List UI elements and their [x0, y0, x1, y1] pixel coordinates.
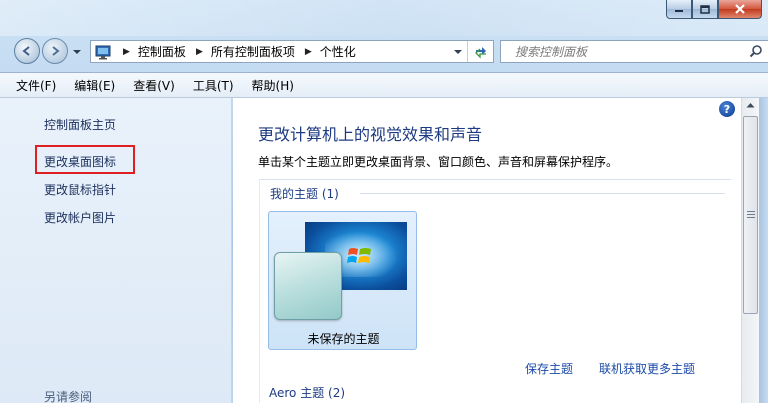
scrollbar-thumb[interactable] — [743, 116, 758, 314]
breadcrumb-personalization[interactable]: 个性化 — [320, 43, 356, 60]
minimize-button[interactable] — [666, 0, 692, 19]
main-content: ? 更改计算机上的视觉效果和声音 单击某个主题立即更改桌面背景、窗口颜色、声音和… — [233, 98, 741, 403]
get-more-themes-link[interactable]: 联机获取更多主题 — [599, 360, 695, 377]
task-pane: 控制面板主页 更改桌面图标 更改鼠标指针 更改帐户图片 另请参阅 — [0, 98, 232, 403]
navigation-row: ▶ 控制面板 ▶ 所有控制面板项 ▶ 个性化 — [12, 38, 768, 64]
control-panel-home-link[interactable]: 控制面板主页 — [44, 116, 116, 133]
breadcrumb: ▶ 控制面板 ▶ 所有控制面板项 ▶ 个性化 — [113, 43, 356, 60]
refresh-icon — [474, 46, 486, 59]
theme-name: 未保存的主题 — [307, 332, 380, 346]
change-desktop-icons-link[interactable]: 更改桌面图标 — [44, 153, 116, 170]
window-right-border — [759, 98, 768, 403]
address-bar[interactable]: ▶ 控制面板 ▶ 所有控制面板项 ▶ 个性化 — [90, 40, 494, 63]
theme-item-unsaved[interactable]: 未保存的主题 — [268, 211, 417, 350]
minimize-icon — [675, 10, 683, 12]
control-panel-icon — [95, 45, 111, 59]
arrow-right-icon — [52, 46, 60, 56]
windows-logo-icon — [347, 248, 371, 263]
breadcrumb-control-panel[interactable]: 控制面板 — [138, 43, 186, 60]
search-icon[interactable] — [749, 44, 763, 58]
menu-view[interactable]: 查看(V) — [133, 77, 175, 94]
page-description: 单击某个主题立即更改桌面背景、窗口颜色、声音和屏幕保护程序。 — [258, 155, 619, 169]
page-title: 更改计算机上的视觉效果和声音 — [258, 125, 483, 144]
title-bar[interactable] — [0, 0, 768, 36]
aero-themes-header[interactable]: Aero 主题 (2) — [269, 384, 345, 401]
vertical-scrollbar[interactable] — [741, 98, 759, 403]
menu-file[interactable]: 文件(F) — [16, 77, 56, 94]
close-button[interactable] — [718, 0, 762, 19]
back-button[interactable] — [14, 38, 40, 64]
search-input[interactable] — [501, 44, 731, 59]
maximize-button[interactable] — [692, 0, 718, 19]
grip-icon — [747, 211, 755, 220]
maximize-icon — [700, 4, 710, 14]
arrow-left-icon — [22, 46, 30, 56]
caption-buttons — [666, 0, 762, 20]
my-themes-header[interactable]: 我的主题 (1) — [270, 185, 339, 202]
address-dropdown[interactable] — [453, 48, 463, 56]
help-icon: ? — [723, 102, 731, 116]
menu-help[interactable]: 帮助(H) — [252, 77, 294, 94]
scroll-up-icon[interactable] — [746, 102, 755, 108]
menu-tools[interactable]: 工具(T) — [193, 77, 234, 94]
recent-pages-dropdown[interactable] — [72, 47, 82, 57]
help-button[interactable]: ? — [719, 101, 735, 117]
window-color-swatch — [274, 252, 342, 320]
breadcrumb-all-items[interactable]: 所有控制面板项 — [211, 43, 295, 60]
change-account-picture-link[interactable]: 更改帐户图片 — [44, 209, 116, 226]
see-also-heading: 另请参阅 — [44, 390, 93, 403]
chevron-right-icon[interactable]: ▶ — [305, 47, 312, 57]
search-box[interactable] — [500, 40, 768, 63]
forward-button[interactable] — [42, 38, 68, 64]
refresh-button[interactable] — [467, 41, 493, 62]
menu-edit[interactable]: 编辑(E) — [74, 77, 115, 94]
save-theme-link[interactable]: 保存主题 — [525, 360, 573, 377]
close-icon — [735, 4, 745, 14]
menu-bar: 文件(F) 编辑(E) 查看(V) 工具(T) 帮助(H) — [0, 72, 768, 98]
chevron-right-icon[interactable]: ▶ — [123, 47, 130, 57]
chevron-right-icon[interactable]: ▶ — [196, 47, 203, 57]
group-divider — [360, 193, 725, 194]
change-mouse-pointers-link[interactable]: 更改鼠标指针 — [44, 181, 116, 198]
